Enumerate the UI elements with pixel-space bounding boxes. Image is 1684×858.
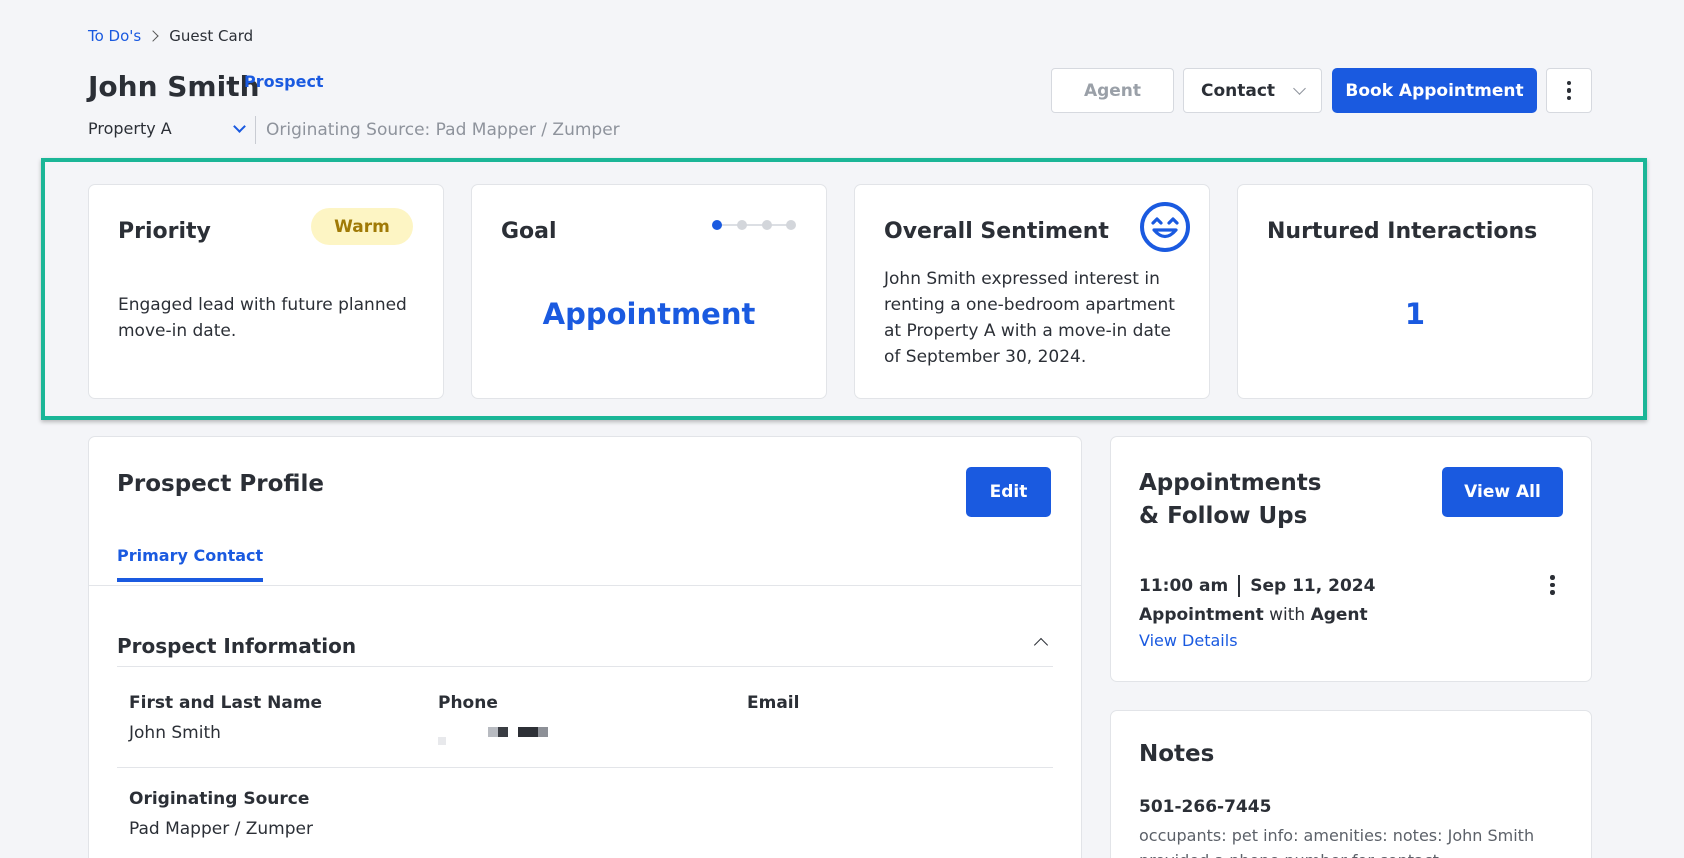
property-select[interactable]: Property A <box>88 119 246 138</box>
view-details-link[interactable]: View Details <box>1139 631 1238 650</box>
header-divider <box>255 116 256 144</box>
stepper-dot <box>712 220 722 230</box>
notes-card: Notes 501-266-7445 occupants: pet info: … <box>1110 710 1592 858</box>
divider <box>117 767 1053 768</box>
kebab-dot <box>1566 95 1572 101</box>
name-label: First and Last Name <box>129 693 323 713</box>
email-label: Email <box>747 693 800 713</box>
chevron-up-icon[interactable] <box>1033 637 1049 653</box>
appointments-card: Appointments & Follow Ups View All 11:00… <box>1110 436 1592 682</box>
chevron-right-icon <box>147 30 159 42</box>
chevron-down-icon <box>233 119 246 133</box>
goal-value: Appointment <box>542 297 756 331</box>
appointments-title-line1: Appointments <box>1139 470 1322 496</box>
phone-redacted <box>438 727 558 745</box>
status-badge: Prospect <box>244 72 324 91</box>
separator <box>1238 575 1241 597</box>
agent-button[interactable]: Agent <box>1051 68 1174 113</box>
kebab-dot <box>1566 88 1572 93</box>
appointments-title-line2: & Follow Ups <box>1139 503 1308 529</box>
nurtured-title: Nurtured Interactions <box>1267 219 1538 244</box>
source-value: Pad Mapper / Zumper <box>129 819 313 839</box>
stepper-track <box>716 224 792 226</box>
contact-dropdown-button[interactable]: Contact <box>1183 68 1322 113</box>
appointment-date: Sep 11, 2024 <box>1250 576 1376 596</box>
stepper-dot <box>786 220 796 230</box>
divider <box>117 666 1053 667</box>
appointments-title: Appointments & Follow Ups <box>1139 467 1321 533</box>
originating-source-text: Originating Source: Pad Mapper / Zumper <box>266 120 620 140</box>
sentiment-title: Overall Sentiment <box>884 219 1109 244</box>
property-select-value: Property A <box>88 119 172 138</box>
notes-text: occupants: pet info: amenities: notes: J… <box>1139 826 1535 858</box>
kebab-dot <box>1550 590 1555 595</box>
profile-title: Prospect Profile <box>117 471 324 497</box>
goal-progress-stepper <box>712 220 796 230</box>
goal-card: Goal Appointment <box>471 184 827 399</box>
prospect-info-heading: Prospect Information <box>117 634 357 658</box>
sentiment-summary: John Smith expressed interest in renting… <box>884 269 1175 367</box>
appointment-type: Appointment <box>1139 605 1264 625</box>
kebab-dot <box>1566 80 1572 86</box>
goal-title: Goal <box>501 219 557 244</box>
stepper-dot <box>762 220 772 230</box>
appointment-description: Appointment with Agent <box>1139 605 1368 625</box>
smiling-face-icon <box>1140 202 1190 252</box>
book-appointment-button[interactable]: Book Appointment <box>1332 68 1537 113</box>
breadcrumb-link-todos[interactable]: To Do's <box>88 27 141 45</box>
appointment-with-word: with <box>1263 605 1311 625</box>
edit-button[interactable]: Edit <box>966 467 1051 517</box>
name-value: John Smith <box>129 723 221 743</box>
notes-phone: 501-266-7445 <box>1139 797 1272 817</box>
prospect-profile-card: Prospect Profile Edit Primary Contact Pr… <box>88 436 1082 858</box>
nurtured-count: 1 <box>1404 297 1426 331</box>
appointment-more-button[interactable] <box>1550 575 1555 595</box>
priority-card: Priority Warm Engaged lead with future p… <box>88 184 444 399</box>
contact-button-label: Contact <box>1200 80 1276 101</box>
priority-description: Engaged lead with future planned move-in… <box>118 295 407 341</box>
phone-label: Phone <box>438 693 498 713</box>
tab-divider <box>89 585 1081 586</box>
appointment-time: 11:00 am <box>1139 576 1229 596</box>
priority-badge: Warm <box>311 208 413 245</box>
tab-primary-contact[interactable]: Primary Contact <box>117 546 264 582</box>
priority-title: Priority <box>118 219 211 244</box>
source-label: Originating Source <box>129 789 310 809</box>
sentiment-card: Overall Sentiment John Smith expressed i… <box>854 184 1210 399</box>
appointment-with: Agent <box>1310 605 1368 625</box>
notes-title: Notes <box>1139 741 1215 767</box>
appointment-datetime: 11:00 am Sep 11, 2024 <box>1139 575 1375 597</box>
kebab-dot <box>1550 582 1555 587</box>
nurtured-interactions-card: Nurtured Interactions 1 <box>1237 184 1593 399</box>
kebab-dot <box>1550 575 1555 580</box>
page-title: John Smith <box>88 70 260 103</box>
breadcrumb-current: Guest Card <box>169 27 254 45</box>
view-all-button[interactable]: View All <box>1442 467 1563 517</box>
chevron-down-icon <box>1293 81 1306 95</box>
more-options-button[interactable] <box>1546 68 1592 113</box>
stepper-dot <box>737 220 747 230</box>
breadcrumb: To Do's Guest Card <box>88 27 253 45</box>
